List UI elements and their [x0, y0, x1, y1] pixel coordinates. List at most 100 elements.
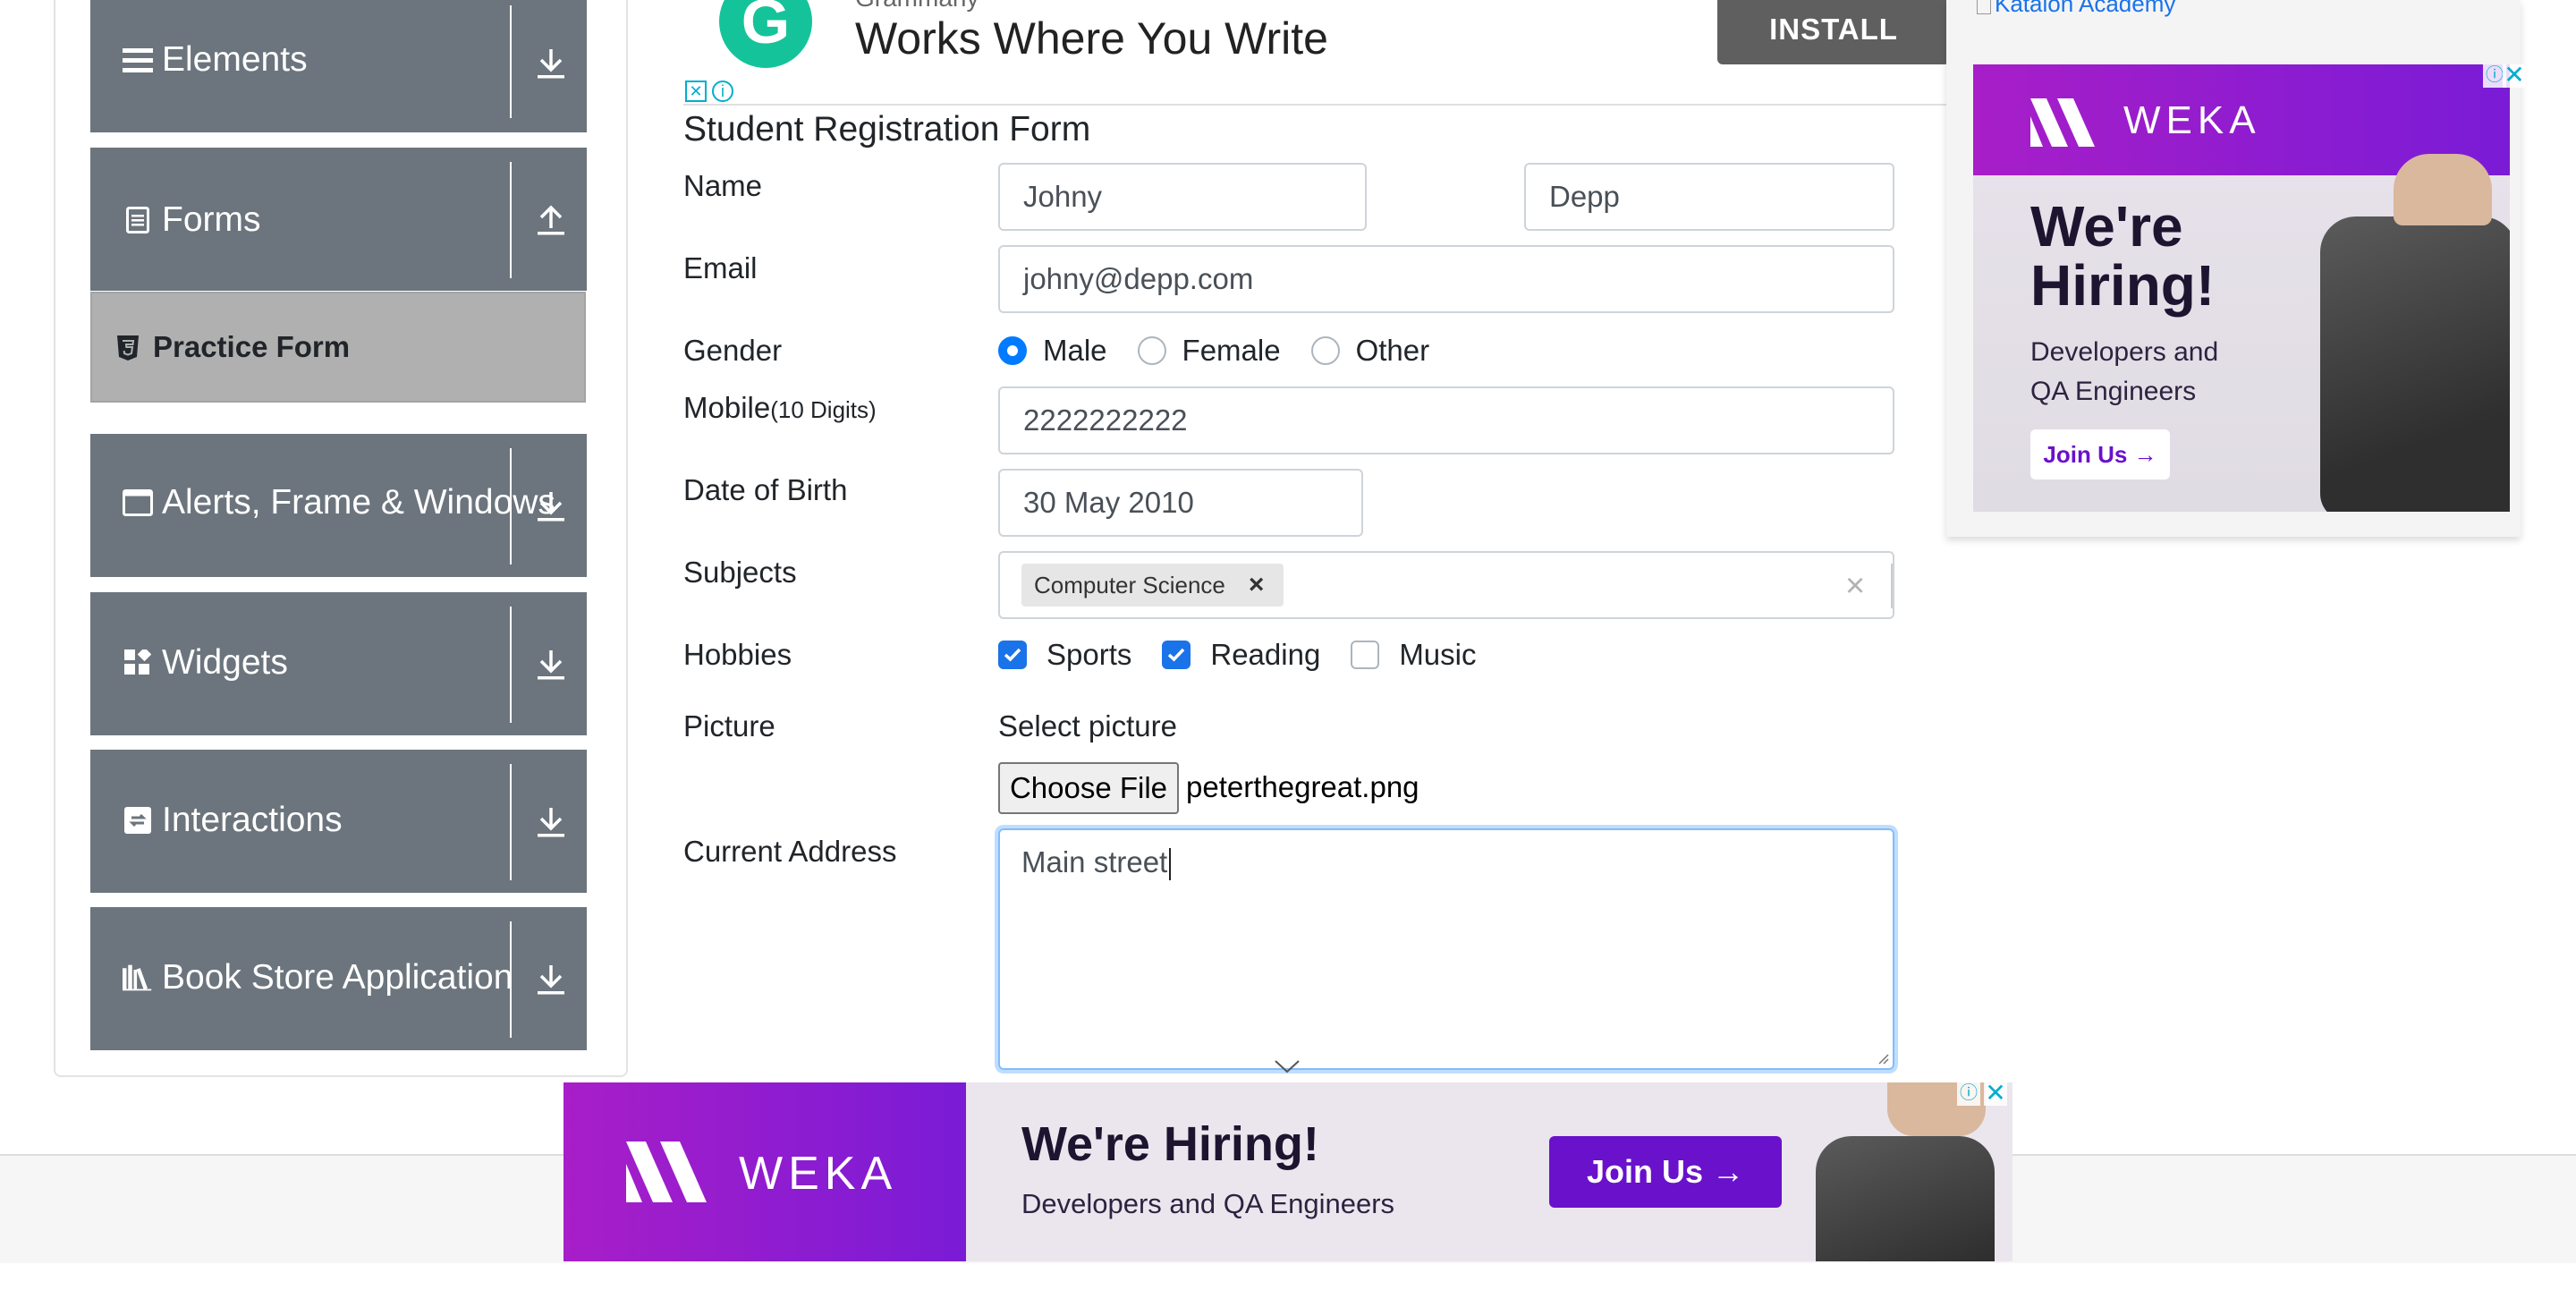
sidebar-group-book-store-application[interactable]: Book Store Application [90, 907, 587, 1050]
gender-other-radio[interactable] [1310, 336, 1340, 365]
divider [510, 448, 512, 564]
expand-download-icon[interactable] [529, 800, 573, 844]
resize-grip-icon[interactable] [1875, 1050, 1889, 1065]
text-cursor [1169, 848, 1172, 881]
music-checkbox[interactable] [1351, 641, 1380, 669]
divider [510, 764, 512, 880]
page-title: Student Registration Form [683, 110, 1091, 149]
ad-brand: Grammarly [855, 0, 979, 13]
top-ad-banner[interactable]: G Grammarly Works Where You Write INSTAL… [683, 0, 1946, 106]
gender-female-radio[interactable] [1137, 336, 1166, 365]
divider [510, 162, 512, 278]
document-icon [123, 205, 153, 235]
gender-label: Gender [683, 334, 783, 367]
mobile-input[interactable]: 2222222222 [998, 386, 1894, 454]
chevron-down-icon[interactable] [1274, 1059, 1301, 1074]
reading-checkbox[interactable] [1162, 641, 1191, 669]
expand-download-icon[interactable] [529, 642, 573, 687]
backpack-image [1816, 1136, 1995, 1261]
checkbox-label[interactable]: Music [1399, 638, 1476, 672]
checkmark-icon [1168, 648, 1185, 662]
ad-info-icon[interactable]: ⓘ [1957, 1082, 1980, 1106]
address-text: Main street [1021, 845, 1168, 878]
weka-brand: WEKA [2123, 98, 2261, 142]
radio-label[interactable]: Male [1043, 334, 1107, 368]
join-us-button[interactable]: Join Us → [2030, 429, 2170, 480]
gender-male-radio[interactable] [998, 336, 1027, 365]
collapse-upload-icon[interactable] [529, 198, 573, 242]
sidebar-group-alerts-frame-windows[interactable]: Alerts, Frame & Windows [90, 434, 587, 577]
mobile-label: Mobile(10 Digits) [683, 388, 877, 429]
join-us-button[interactable]: Join Us → [1549, 1136, 1782, 1208]
sidebar-item-practice-form[interactable]: Practice Form [90, 292, 586, 403]
current-address-label: Current Address [683, 835, 897, 868]
weka-ad-tall[interactable]: WEKA We're Hiring! Developers and QA Eng… [1973, 64, 2510, 512]
subject-chip: Computer Science × [1021, 564, 1284, 607]
checkbox-label[interactable]: Sports [1046, 638, 1131, 672]
sidebar-item-label: Practice Form [153, 330, 351, 363]
remove-subject-icon[interactable]: × [1249, 570, 1265, 600]
first-name-input[interactable]: Johny [998, 163, 1367, 231]
hobbies-label: Hobbies [683, 638, 792, 671]
sidebar-group-label: Elements [162, 40, 308, 79]
checkmark-icon [1004, 648, 1021, 662]
books-icon [123, 963, 153, 993]
backpack-image [2320, 216, 2510, 512]
email-label: Email [683, 251, 758, 284]
radio-label[interactable]: Female [1182, 334, 1281, 368]
list-icon [123, 45, 153, 75]
checkbox-label[interactable]: Reading [1210, 638, 1320, 672]
ad-close-icon[interactable]: ✕ [685, 81, 707, 102]
hobbies-checkbox-group: Sports Reading Music [998, 635, 1507, 675]
ad-close-icon[interactable]: ✕ [2503, 63, 2526, 88]
sidebar-group-label: Book Store Application [162, 958, 513, 997]
gender-radio-group: Male Female Other [998, 331, 1460, 370]
clear-subjects-icon[interactable]: × [1845, 564, 1865, 608]
ad-subtitle: Developers and QA Engineers [1021, 1188, 1395, 1219]
html5-icon [115, 335, 140, 361]
sports-checkbox[interactable] [998, 641, 1027, 669]
select-picture-label: Select picture [998, 709, 1177, 743]
broken-image-alt: Katalon Academy [1995, 0, 2176, 17]
broken-image-icon [1977, 0, 1991, 15]
sidebar-group-label: Alerts, Frame & Windows [162, 483, 555, 522]
subject-chip-label: Computer Science [1034, 571, 1225, 598]
sidebar-group-forms[interactable]: Forms [90, 148, 587, 291]
interactions-icon [123, 805, 153, 836]
divider [510, 5, 512, 118]
dob-label: Date of Birth [683, 473, 848, 506]
divider [510, 921, 512, 1038]
email-field[interactable]: johny@depp.com [998, 245, 1894, 313]
broken-image-link[interactable]: Katalon Academy [1977, 0, 2175, 16]
ad-close-icon[interactable]: ✕ [1984, 1081, 2007, 1106]
ad-headline: We're Hiring! [1021, 1117, 1319, 1171]
sidebar-group-widgets[interactable]: Widgets [90, 592, 587, 735]
divider [510, 607, 512, 723]
weka-ad-wide[interactable]: WEKA We're Hiring! Developers and QA Eng… [564, 1082, 2012, 1261]
choose-file-button[interactable]: Choose File [998, 762, 1179, 814]
install-button[interactable]: INSTALL [1717, 0, 1946, 64]
weka-brand: WEKA [739, 1148, 898, 1200]
last-name-input[interactable]: Depp [1524, 163, 1894, 231]
name-label: Name [683, 169, 763, 202]
ad-info-icon[interactable]: i [712, 81, 733, 102]
subjects-input[interactable]: Computer Science × × [998, 551, 1894, 619]
expand-download-icon[interactable] [529, 957, 573, 1002]
sidebar-group-elements[interactable]: Elements [90, 0, 587, 132]
subjects-label: Subjects [683, 556, 797, 589]
radio-label[interactable]: Other [1356, 334, 1430, 368]
current-address-textarea[interactable]: Main street [998, 828, 1894, 1070]
expand-download-icon[interactable] [529, 484, 573, 529]
expand-download-icon[interactable] [529, 41, 573, 86]
ad-headline: Works Where You Write [855, 13, 1328, 64]
widgets-icon [123, 648, 153, 678]
ad-headline: We're Hiring! [2030, 194, 2216, 318]
sidebar-group-label: Widgets [162, 643, 288, 682]
sidebar-group-label: Interactions [162, 801, 343, 839]
date-of-birth-input[interactable]: 30 May 2010 [998, 469, 1363, 537]
picture-label: Picture [683, 709, 775, 743]
sidebar-group-label: Forms [162, 200, 261, 239]
file-name: peterthegreat.png [1186, 770, 1419, 803]
window-icon [123, 488, 153, 518]
sidebar-group-interactions[interactable]: Interactions [90, 750, 587, 893]
